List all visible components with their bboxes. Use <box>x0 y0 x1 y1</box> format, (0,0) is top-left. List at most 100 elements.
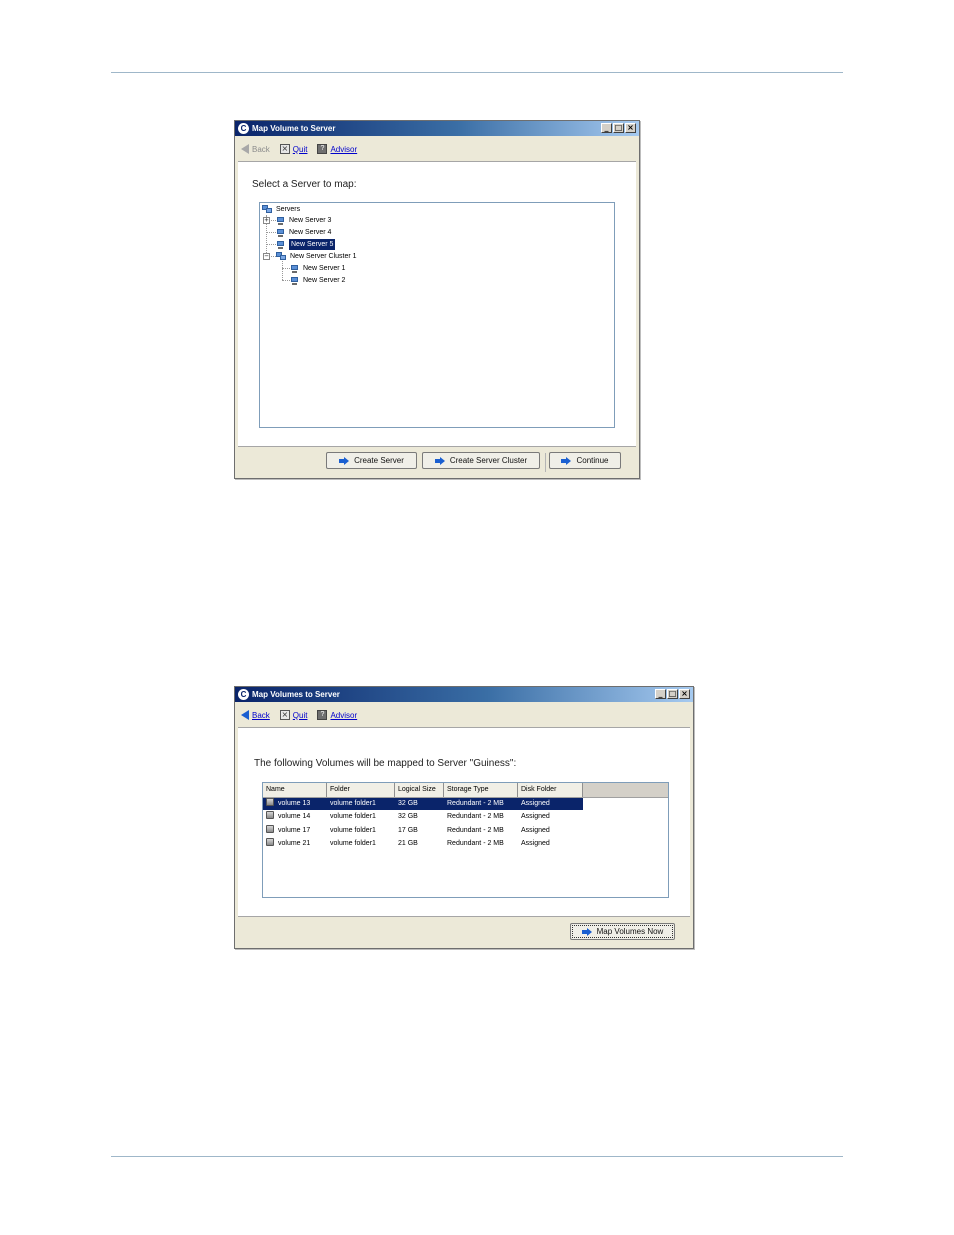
column-header-storage-type[interactable]: Storage Type <box>444 783 518 797</box>
arrow-right-icon <box>339 456 350 465</box>
server-icon <box>276 228 285 237</box>
quit-button[interactable]: × Quit <box>279 710 308 720</box>
app-logo-icon: C <box>238 123 249 134</box>
back-button[interactable]: Back <box>241 710 270 720</box>
cell-disk-folder: Assigned <box>521 827 550 834</box>
cell-logical-size: 17 GB <box>398 827 418 834</box>
tree-item-new-server-5[interactable]: New Server 5 <box>276 238 337 251</box>
tree-item-new-server-1[interactable]: New Server 1 <box>290 263 345 274</box>
cell-storage-type: Redundant - 2 MB <box>447 827 504 834</box>
tree-item-new-server-2[interactable]: New Server 2 <box>290 275 345 286</box>
button-separator <box>545 453 546 472</box>
server-cluster-icon <box>276 252 287 261</box>
volumes-table[interactable]: Name Folder Logical Size Storage Type Di… <box>262 782 669 898</box>
title-bar[interactable]: C Map Volumes to Server _ □ × <box>235 687 693 702</box>
column-header-logical-size[interactable]: Logical Size <box>395 783 444 797</box>
cell-folder: volume folder1 <box>330 800 376 807</box>
minimize-button[interactable]: _ <box>601 123 612 133</box>
page-header-rule <box>111 72 843 73</box>
expand-icon[interactable]: + <box>263 217 270 224</box>
back-arrow-icon <box>241 710 249 720</box>
back-button[interactable]: Back <box>241 144 270 154</box>
tree-item-label: New Server 1 <box>303 265 346 272</box>
column-header-name[interactable]: Name <box>263 783 327 797</box>
tree-connector <box>266 244 276 245</box>
map-volume-to-server-window: C Map Volume to Server _ □ × Back × Quit… <box>234 120 640 479</box>
table-row[interactable]: volume 21 volume folder1 21 GB Redundant… <box>263 838 583 850</box>
advisor-label: Advisor <box>330 144 358 154</box>
tree-connector <box>282 280 290 281</box>
advisor-help-icon: ? <box>317 710 328 720</box>
back-label: Back <box>252 144 270 154</box>
button-bar: Map Volumes Now <box>235 919 693 945</box>
tree-item-new-server-cluster-1[interactable]: New Server Cluster 1 <box>276 251 357 262</box>
quit-icon: × <box>279 710 290 720</box>
button-label: Map Volumes Now <box>596 927 664 936</box>
table-header: Name Folder Logical Size Storage Type Di… <box>263 783 668 798</box>
arrow-right-icon <box>581 927 592 936</box>
cell-disk-folder: Assigned <box>521 813 550 820</box>
volume-icon <box>266 838 274 846</box>
wizard-content: Select a Server to map: Servers + New Se… <box>238 161 636 447</box>
close-button[interactable]: × <box>679 689 690 699</box>
tree-item-label: Servers <box>276 206 301 213</box>
server-tree[interactable]: Servers + New Server 3 New Server 4 New … <box>259 202 615 428</box>
back-label: Back <box>252 710 270 720</box>
map-volumes-to-server-window: C Map Volumes to Server _ □ × Back × Qui… <box>234 686 694 949</box>
advisor-button[interactable]: ? Advisor <box>317 710 357 720</box>
tree-item-new-server-3[interactable]: New Server 3 <box>276 215 331 226</box>
cell-logical-size: 21 GB <box>398 840 418 847</box>
collapse-icon[interactable]: − <box>263 253 270 260</box>
tree-root-servers[interactable]: Servers <box>262 204 300 215</box>
title-bar[interactable]: C Map Volume to Server _ □ × <box>235 121 639 136</box>
tree-connector <box>266 232 276 233</box>
cell-storage-type: Redundant - 2 MB <box>447 813 504 820</box>
cell-storage-type: Redundant - 2 MB <box>447 800 504 807</box>
cell-text: volume 14 <box>278 813 311 820</box>
button-label: Create Server <box>354 456 404 465</box>
tree-item-label: New Server Cluster 1 <box>290 253 357 260</box>
advisor-button[interactable]: ? Advisor <box>317 144 357 154</box>
page-footer-rule <box>111 1156 843 1157</box>
map-volumes-now-button[interactable]: Map Volumes Now <box>570 923 675 940</box>
advisor-label: Advisor <box>330 710 358 720</box>
quit-label: Quit <box>292 710 308 720</box>
tree-connector <box>282 268 290 269</box>
app-logo-icon: C <box>238 689 249 700</box>
table-row[interactable]: volume 13 volume folder1 32 GB Redundant… <box>263 798 583 810</box>
tree-item-label: New Server 4 <box>289 229 332 236</box>
minimize-button[interactable]: _ <box>655 689 666 699</box>
page-prompt: Select a Server to map: <box>252 179 357 190</box>
cell-text: volume 13 <box>278 800 311 807</box>
cell-name: volume 17 <box>263 825 327 837</box>
continue-button[interactable]: Continue <box>549 452 621 469</box>
cell-name: volume 13 <box>263 798 327 810</box>
wizard-content: The following Volumes will be mapped to … <box>238 727 690 917</box>
cell-disk-folder: Assigned <box>521 840 550 847</box>
column-header-folder[interactable]: Folder <box>327 783 395 797</box>
tree-connector <box>282 261 283 280</box>
cell-folder: volume folder1 <box>330 813 376 820</box>
window-controls: _ □ × <box>655 689 690 699</box>
page-prompt: The following Volumes will be mapped to … <box>254 758 517 769</box>
server-icon <box>290 276 299 285</box>
cell-logical-size: 32 GB <box>398 800 418 807</box>
maximize-button[interactable]: □ <box>613 123 624 133</box>
close-button[interactable]: × <box>625 123 636 133</box>
create-server-cluster-button[interactable]: Create Server Cluster <box>422 452 540 469</box>
column-header-disk-folder[interactable]: Disk Folder <box>518 783 583 797</box>
maximize-button[interactable]: □ <box>667 689 678 699</box>
table-row[interactable]: volume 14 volume folder1 32 GB Redundant… <box>263 811 583 823</box>
arrow-right-icon <box>561 456 572 465</box>
cell-name: volume 21 <box>263 838 327 850</box>
back-arrow-icon <box>241 144 249 154</box>
cell-storage-type: Redundant - 2 MB <box>447 840 504 847</box>
create-server-button[interactable]: Create Server <box>326 452 417 469</box>
volume-icon <box>266 798 274 806</box>
table-row[interactable]: volume 17 volume folder1 17 GB Redundant… <box>263 825 583 837</box>
quit-button[interactable]: × Quit <box>279 144 307 154</box>
tree-item-label: New Server 3 <box>289 217 332 224</box>
tree-item-new-server-4[interactable]: New Server 4 <box>276 227 331 238</box>
window-title: Map Volumes to Server <box>252 690 340 699</box>
cell-folder: volume folder1 <box>330 827 376 834</box>
